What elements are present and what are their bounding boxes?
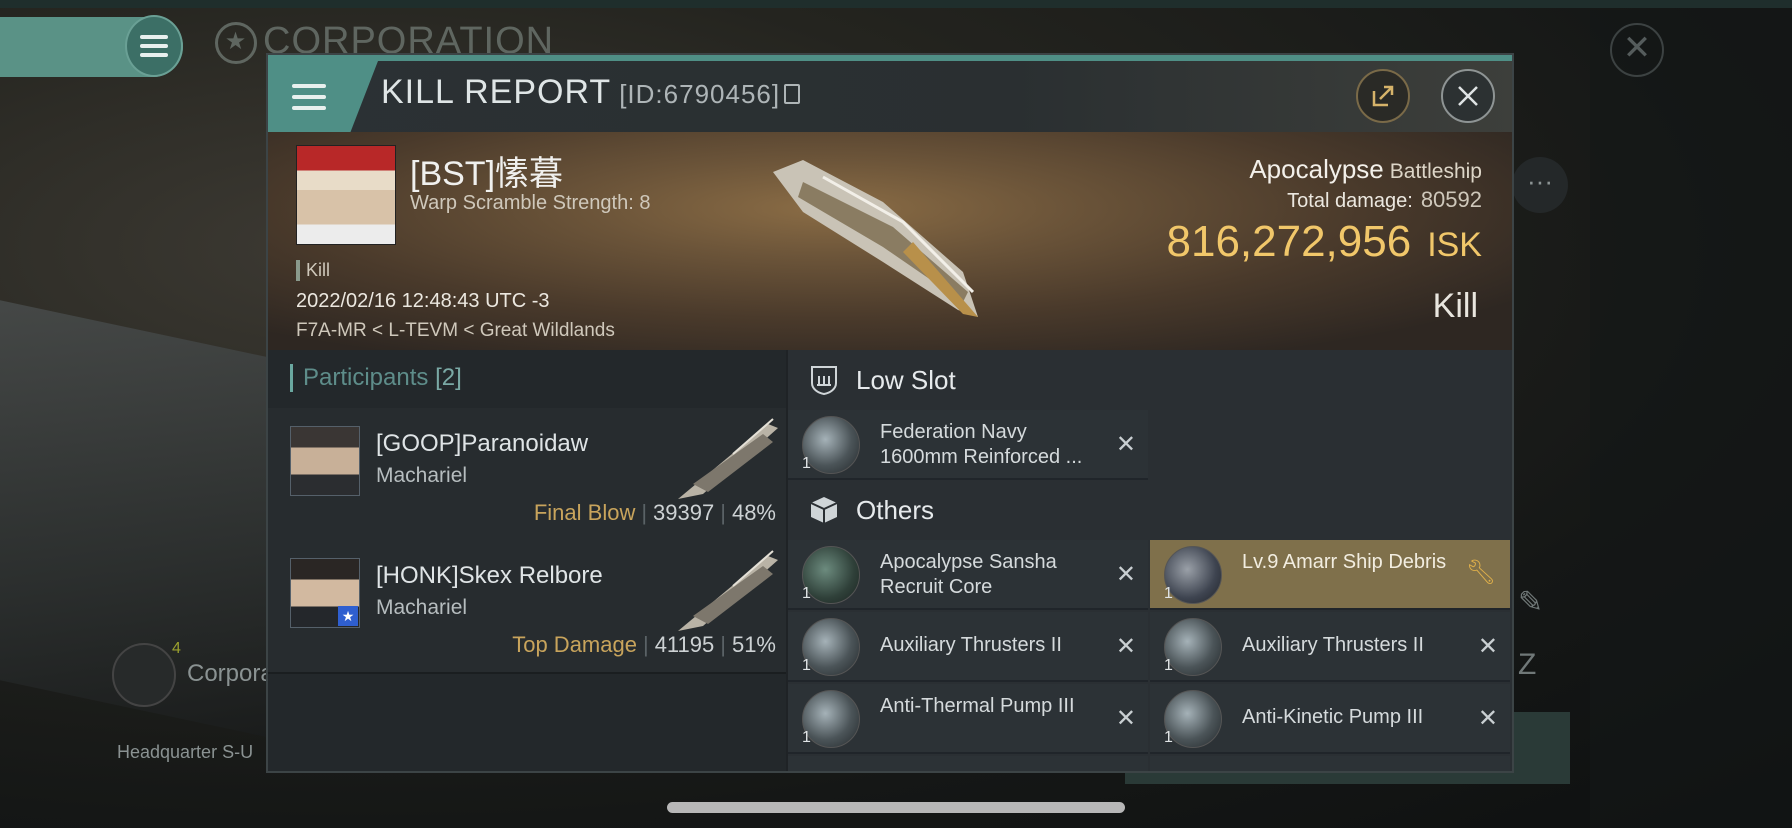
participant-ship: Machariel <box>376 464 468 487</box>
share-button[interactable] <box>1356 69 1410 123</box>
dialog-title: KILL REPORT [ID:6790456] <box>381 73 801 112</box>
participant-ship-image <box>678 550 778 631</box>
participant-stats: Top Damage | 41195 | 51% <box>512 632 776 657</box>
background-corp-number: 4 <box>172 640 181 657</box>
close-icon <box>1458 86 1478 106</box>
low-slot-icon <box>811 366 837 396</box>
background-right-panel <box>1590 10 1792 828</box>
destroyed-icon: ✕ <box>1115 431 1136 458</box>
wrench-icon: 🔧︎ <box>1465 559 1496 586</box>
kill-location[interactable]: F7A-MR < L-TEVM < Great Wildlands <box>296 320 615 342</box>
participants-title: Participants [2] <box>290 364 462 392</box>
close-button[interactable] <box>1441 69 1495 123</box>
participant-stats: Final Blow | 39397 | 48% <box>533 500 776 525</box>
fitting-item-partial[interactable] <box>1150 756 1510 771</box>
item-name: Auxiliary Thrusters II <box>1242 634 1424 656</box>
kill-banner: [BST]愫暮 Warp Scramble Strength: 8 Kill 2… <box>268 132 1512 350</box>
cargo-box-icon <box>810 497 838 523</box>
low-slot-title: Low Slot <box>856 364 956 395</box>
low-slot-header: Low Slot <box>788 350 1512 410</box>
warp-scramble: Warp Scramble Strength: 8 <box>410 192 651 214</box>
kill-result: Kill <box>1432 287 1478 325</box>
fitting-item[interactable]: 1 Anti-Kinetic Pump III ✕ <box>1150 684 1510 754</box>
fitting-item[interactable]: 1 Apocalypse Sansha Recruit Core ✕ <box>788 540 1148 610</box>
background-headquarter: Headquarter S-U <box>117 742 254 762</box>
item-name: Auxiliary Thrusters II <box>880 634 1062 656</box>
kill-id: [ID:6790456] <box>619 79 781 109</box>
participant-avatar[interactable] <box>290 426 360 496</box>
edit-icon[interactable]: ✎ <box>1518 585 1543 620</box>
fitting-item[interactable]: 1 Federation Navy 1600mm Reinforced ... … <box>788 410 1148 480</box>
total-damage: Total damage: 80592 <box>1287 187 1482 212</box>
participant-row[interactable]: ★ [HONK]Skex Relbore Machariel Top Damag… <box>268 540 786 674</box>
background-close-icon[interactable]: ✕ <box>1610 23 1664 77</box>
destroyed-icon: ✕ <box>1115 705 1136 732</box>
participant-name: [GOOP]Paranoidaw <box>376 430 589 457</box>
kill-tag: Kill <box>296 260 330 281</box>
home-indicator[interactable] <box>667 802 1125 813</box>
participant-name: [HONK]Skex Relbore <box>376 562 603 589</box>
victim-ship[interactable]: Apocalypse Battleship <box>1249 154 1482 185</box>
fitting-item[interactable]: 1 Auxiliary Thrusters II ✕ <box>788 612 1148 682</box>
others-header: Others <box>788 480 1512 540</box>
victim-name[interactable]: [BST]愫暮 <box>410 146 563 195</box>
fitting-item[interactable]: 1 Auxiliary Thrusters II ✕ <box>1150 612 1510 682</box>
destroyed-icon: ✕ <box>1477 705 1498 732</box>
star-icon: ★ <box>215 21 257 64</box>
item-name: Anti-Thermal Pump III <box>880 695 1075 717</box>
fitting-item[interactable]: 1 Anti-Thermal Pump III ✕ <box>788 684 1148 754</box>
background-menu-button[interactable] <box>125 15 183 77</box>
victim-ship-image <box>773 160 978 317</box>
background-corp-icon <box>112 643 176 707</box>
background-corp-label: Corpora <box>187 660 274 687</box>
participants-header: Participants [2] <box>268 350 786 408</box>
fitting-panel: Low Slot 1 Federation Navy 1600mm Reinfo… <box>788 350 1512 771</box>
destroyed-icon: ✕ <box>1115 633 1136 660</box>
item-name: Anti-Kinetic Pump III <box>1242 706 1424 728</box>
top-status-line <box>0 0 1792 8</box>
item-name: Federation Navy 1600mm Reinforced ... <box>880 421 1083 468</box>
star-badge-icon: ★ <box>338 606 358 626</box>
fitting-item[interactable]: 1 Lv.9 Amarr Ship Debris 🔧︎ <box>1150 540 1510 610</box>
fitting-item-partial[interactable] <box>788 756 1148 771</box>
kill-datetime: 2022/02/16 12:48:43 UTC -3 <box>296 290 550 312</box>
victim-avatar[interactable] <box>296 145 396 245</box>
item-name: Lv.9 Amarr Ship Debris <box>1242 551 1447 573</box>
isk-value: 816,272,956 ISK <box>1166 217 1483 266</box>
participant-ship-image <box>678 418 778 499</box>
participant-ship: Machariel <box>376 596 468 619</box>
item-name: Apocalypse Sansha Recruit Core <box>880 551 1057 598</box>
menu-icon <box>292 83 326 110</box>
participants-panel: Participants [2] [GOOP]Paranoidaw Machar… <box>268 350 786 771</box>
copy-icon[interactable] <box>784 84 801 105</box>
destroyed-icon: ✕ <box>1115 561 1136 588</box>
more-options-icon[interactable]: ··· <box>1512 157 1568 213</box>
menu-icon <box>140 35 168 57</box>
participant-row[interactable]: [GOOP]Paranoidaw Machariel Final Blow | 39… <box>268 408 786 542</box>
kill-report-dialog: KILL REPORT [ID:6790456] [BST]愫暮 Warp Scr… <box>266 53 1514 773</box>
destroyed-icon: ✕ <box>1477 633 1498 660</box>
sort-settings-icon[interactable]: Z <box>1518 648 1536 682</box>
others-title: Others <box>856 494 935 525</box>
share-icon <box>1372 85 1394 107</box>
